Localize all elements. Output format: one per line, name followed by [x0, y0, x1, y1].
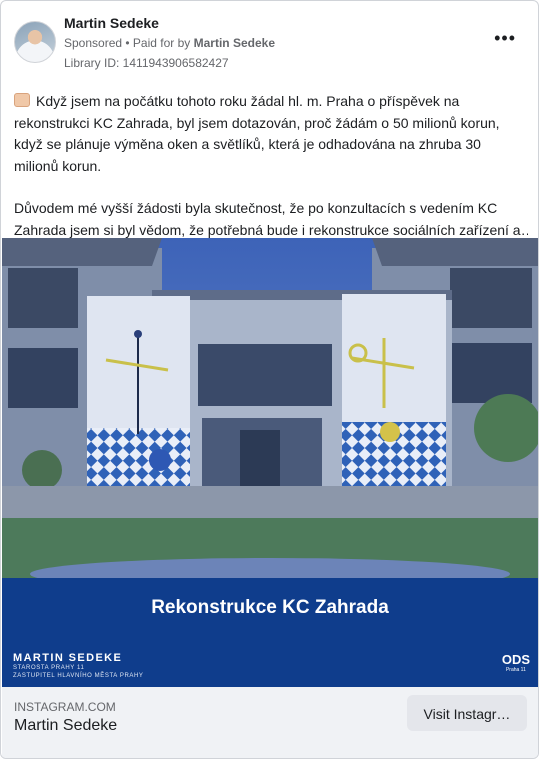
more-options-icon[interactable]: ••• [494, 29, 516, 47]
building-photo [2, 238, 538, 578]
signature-line-1: STAROSTA PRAHY 11 [13, 665, 85, 671]
body-paragraph-2: Důvodem mé vyšší žádosti byla skutečnost… [14, 198, 528, 241]
building-photo-svg [2, 238, 538, 578]
paid-for-by: Martin Sedeke [193, 36, 275, 50]
ad-body-text: Když jsem na počátku tohoto roku žádal h… [14, 91, 528, 241]
ad-card: Martin Sedeke Sponsored • Paid for by Ma… [0, 0, 539, 759]
ad-footer[interactable]: INSTAGRAM.COM Martin Sedeke Visit Instag… [2, 687, 538, 758]
body-paragraph-1-text: Když jsem na počátku tohoto roku žádal h… [14, 93, 500, 174]
pointing-hand-icon [14, 93, 30, 107]
creative-title: Rekonstrukce KC Zahrada [151, 597, 389, 618]
visit-instagram-button[interactable]: Visit Instagr… [407, 695, 527, 731]
sponsored-label: Sponsored [64, 36, 123, 50]
ad-header: Martin Sedeke Sponsored • Paid for by Ma… [14, 15, 526, 73]
creative-banner: Rekonstrukce KC Zahrada MARTIN SEDEKE ST… [2, 578, 538, 687]
body-paragraph-2-line-1: Důvodem mé vyšší žádosti byla skutečnost… [14, 200, 498, 216]
sponsored-line: Sponsored • Paid for by Martin Sedeke [64, 36, 275, 50]
link-domain[interactable]: INSTAGRAM.COM [14, 700, 116, 714]
signature-line-2: ZASTUPITEL HLAVNÍHO MĚSTA PRAHY [13, 672, 144, 679]
ods-logo-text: ODS [501, 652, 530, 667]
signature-name: MARTIN SEDEKE [13, 652, 123, 664]
advertiser-avatar[interactable] [14, 21, 56, 63]
advertiser-name[interactable]: Martin Sedeke [64, 15, 159, 31]
library-id: Library ID: 1411943906582427 [64, 56, 229, 70]
paid-for-prefix: • Paid for by [122, 36, 194, 50]
link-title[interactable]: Martin Sedeke [14, 717, 117, 735]
signature-subtitle: STAROSTA PRAHY 11 ZASTUPITEL HLAVNÍHO MĚ… [13, 665, 144, 680]
ad-creative[interactable]: Rekonstrukce KC Zahrada MARTIN SEDEKE ST… [2, 238, 538, 687]
ods-logo-sub: Praha 11 [505, 667, 526, 673]
body-paragraph-1: Když jsem na počátku tohoto roku žádal h… [14, 91, 528, 177]
ods-logo: ODS Praha 11 [502, 652, 530, 673]
